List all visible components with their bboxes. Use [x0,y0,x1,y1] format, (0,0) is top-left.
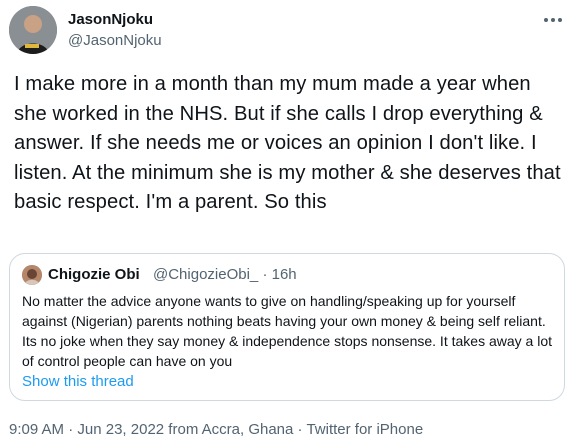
author-avatar[interactable] [9,6,57,54]
author-handle[interactable]: @JasonNjoku [68,32,162,49]
separator-dot: · [293,421,307,438]
tweet-text: I make more in a month than my mum made … [14,73,567,213]
show-thread-link[interactable]: Show this thread [22,373,134,390]
quoted-author-name[interactable]: Chigozie Obi [48,266,140,283]
more-options-icon [544,18,562,22]
user-avatar-icon [22,265,42,285]
quoted-tweet-text: No matter the advice anyone wants to giv… [22,293,552,369]
tweet-time[interactable]: 9:09 AM [9,421,64,438]
tweet-card: JasonNjoku @JasonNjoku I make more in a … [0,0,575,448]
quoted-tweet[interactable]: Chigozie Obi @ChigozieObi_ · 16h No matt… [9,253,565,401]
quoted-tweet-time[interactable]: 16h [272,266,297,283]
separator-dot: · [64,421,78,438]
tweet-metadata: 9:09 AM · Jun 23, 2022 from Accra, Ghana… [9,421,423,438]
tweet-date[interactable]: Jun 23, 2022 [77,421,164,438]
quoted-author-meta: @ChigozieObi_ · 16h [153,266,297,283]
more-options-button[interactable] [538,8,568,32]
quoted-author-avatar[interactable] [22,265,42,285]
tweet-client[interactable]: Twitter for iPhone [306,421,423,438]
tweet-location[interactable]: Accra, Ghana [202,421,294,438]
user-avatar-icon [9,6,57,54]
author-name[interactable]: JasonNjoku [68,11,153,28]
location-prefix: from [164,421,202,438]
separator-dot: · [262,266,268,283]
quoted-author-handle[interactable]: @ChigozieObi_ [153,266,258,283]
